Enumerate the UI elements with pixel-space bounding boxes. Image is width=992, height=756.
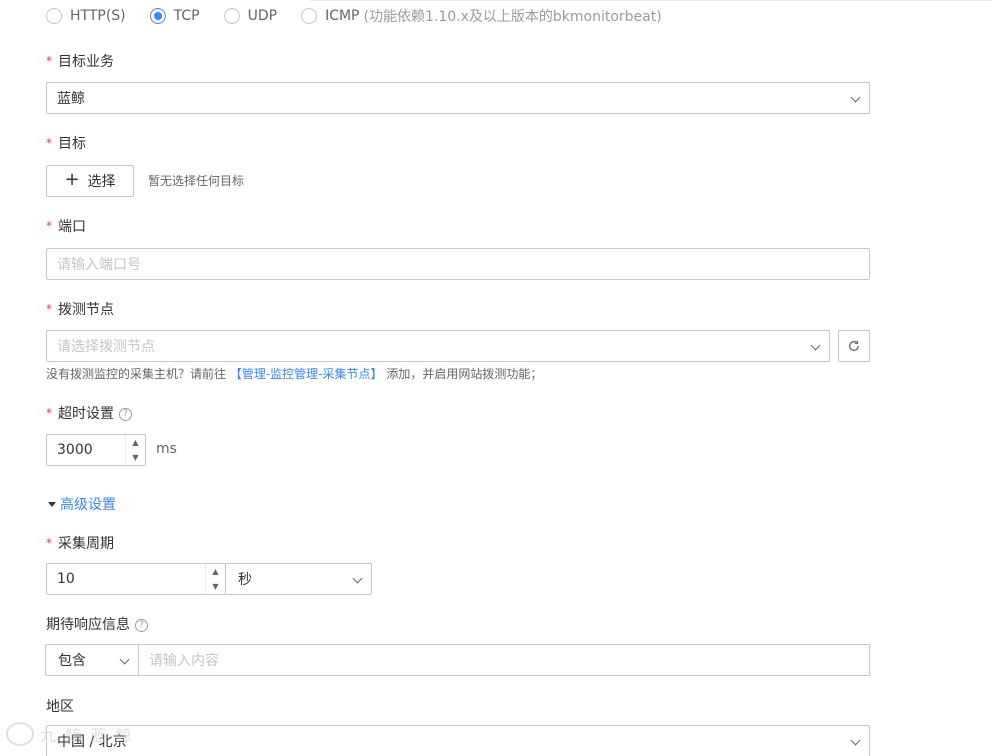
radio-circle[interactable] [223,8,240,24]
step-up-icon[interactable]: ▲ [206,564,225,579]
port-placeholder: 请输入端口号 [57,257,141,273]
refresh-icon [849,340,859,351]
required-mark: * [46,302,52,316]
radio-circle[interactable] [301,8,318,24]
no-target-hint: 暂无选择任何目标 [148,174,245,188]
period-input[interactable]: 10 ▲ ▼ [46,563,226,595]
port-label: * 端口 [46,217,86,237]
required-mark: * [46,136,52,150]
radio-circle-checked[interactable] [149,8,166,24]
chevron-down-icon [352,573,363,584]
required-mark: * [46,219,52,233]
period-label: * 采集周期 [46,534,114,554]
region-label: 地区 [46,697,74,717]
nodes-hint: 没有拨测监控的采集主机？请前往 【管理-监控管理-采集节点】 添加，并启用网站拨… [46,365,542,382]
radio-label-udp: UDP [247,8,278,24]
response-match-value: 包含 [58,653,86,669]
period-unit-select[interactable]: 秒 [225,563,372,595]
step-down-icon[interactable]: ▼ [126,450,145,465]
period-stepper: ▲ ▼ [205,564,225,594]
timeout-label: * 超时设置 ? [46,404,132,424]
radio-udp[interactable]: UDP [223,8,278,24]
radio-tcp[interactable]: TCP [149,8,200,24]
advanced-settings-toggle[interactable]: 高级设置 [48,494,116,514]
period-label-text: 采集周期 [58,536,114,552]
timeout-unit: ms [156,441,177,457]
select-target-label: 选择 [87,174,116,190]
response-match-select[interactable]: 包含 [46,645,139,675]
target-label: * 目标 [46,134,86,154]
watermark-logo-icon [6,722,34,746]
business-label-text: 目标业务 [58,54,114,70]
radio-label-icmp: ICMP [325,8,360,24]
nodes-placeholder: 请选择拨测节点 [57,339,155,355]
advanced-settings-label: 高级设置 [60,497,116,513]
required-mark: * [46,536,52,550]
region-label-text: 地区 [46,699,74,715]
watermark: 九 鲸 蓝 鲸 [6,722,133,746]
nodes-label-text: 拨测节点 [58,302,114,318]
business-value: 蓝鲸 [57,91,85,107]
response-placeholder: 请输入内容 [149,653,219,669]
region-select[interactable]: 中国 / 北京 [46,725,870,756]
business-select[interactable]: 蓝鲸 [46,82,870,114]
watermark-text: 九 鲸 蓝 鲸 [40,726,134,745]
caret-down-icon [48,501,56,507]
radio-label-tcp: TCP [173,8,200,24]
timeout-label-text: 超时设置 [58,406,114,422]
radio-icmp[interactable]: ICMP (功能依赖1.10.x及以上版本的bkmonitorbeat) [301,6,662,26]
plus-icon: + [64,169,80,190]
help-icon[interactable]: ? [119,407,132,421]
help-icon[interactable]: ? [135,618,148,632]
port-label-text: 端口 [58,219,86,235]
refresh-nodes-button[interactable] [838,330,870,362]
chevron-down-icon [119,654,130,665]
response-label: 期待响应信息 ? [46,615,148,635]
required-mark: * [46,406,52,420]
chevron-down-icon [810,340,821,351]
timeout-value: 3000 [57,442,93,458]
business-label: * 目标业务 [46,52,114,72]
nodes-label: * 拨测节点 [46,300,114,320]
nodes-hint-prefix: 没有拨测监控的采集主机？请前往 [46,367,227,381]
port-input[interactable]: 请输入端口号 [46,248,870,280]
protocol-radio-group: HTTP(S) TCP UDP ICMP (功能依赖1.10.x及以上版本的bk… [46,6,686,26]
timeout-stepper: ▲ ▼ [125,435,145,465]
nodes-select[interactable]: 请选择拨测节点 [46,330,830,362]
response-content-input[interactable]: 请输入内容 [139,645,869,675]
radio-http[interactable]: HTTP(S) [46,8,126,24]
required-mark: * [46,54,52,68]
step-up-icon[interactable]: ▲ [126,435,145,450]
chevron-down-icon [850,92,861,103]
target-label-text: 目标 [58,136,86,152]
step-down-icon[interactable]: ▼ [206,579,225,594]
nodes-hint-suffix: 添加，并启用网站拨测功能； [386,367,543,381]
response-combo: 包含 请输入内容 [45,644,870,676]
radio-label-http: HTTP(S) [70,8,126,24]
collector-nodes-link[interactable]: 【管理-监控管理-采集节点】 [230,367,383,381]
radio-circle[interactable] [46,8,62,24]
period-value: 10 [57,571,75,587]
icmp-hint: (功能依赖1.10.x及以上版本的bkmonitorbeat) [363,9,662,25]
response-label-text: 期待响应信息 [46,617,130,633]
top-divider [310,0,992,1]
timeout-input[interactable]: 3000 ▲ ▼ [46,434,146,466]
period-unit-value: 秒 [238,572,252,588]
select-target-button[interactable]: + 选择 [46,165,134,197]
chevron-down-icon [850,735,861,746]
